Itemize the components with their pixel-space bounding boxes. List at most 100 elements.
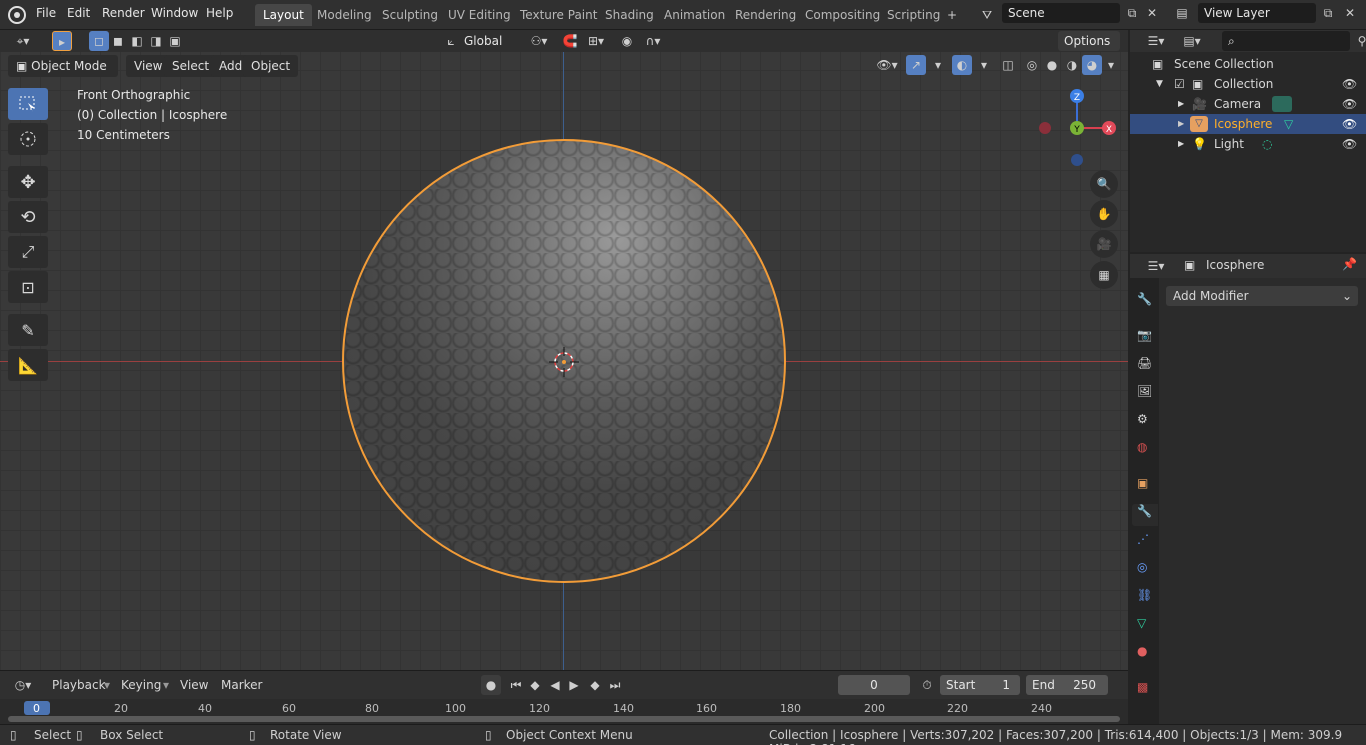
timeline-editor-type-icon[interactable]: ◷▾: [8, 675, 38, 695]
object-tab-icon[interactable]: ▣: [1137, 476, 1153, 492]
add-modifier-dropdown[interactable]: Add Modifier ⌄: [1166, 286, 1358, 306]
transform-tool[interactable]: ⊡: [8, 271, 48, 303]
jump-end-icon[interactable]: ⏭: [605, 675, 625, 695]
tool-tab-icon[interactable]: 🔧: [1137, 292, 1153, 308]
current-frame-field[interactable]: 0: [838, 675, 910, 695]
menu-window[interactable]: Window: [151, 6, 198, 20]
frame-ruler[interactable]: 0 20 40 60 80 100 120 140 160 180 200 22…: [0, 699, 1128, 725]
expand-icon[interactable]: ▶: [1178, 134, 1184, 154]
start-frame-field[interactable]: Start 1: [940, 675, 1020, 695]
blender-logo-icon[interactable]: [8, 6, 26, 24]
expand-icon[interactable]: ▶: [1178, 94, 1184, 114]
outliner-item-icosphere[interactable]: ▶ ▽ Icosphere ▽ 👁: [1130, 114, 1366, 134]
orientation-dropdown[interactable]: Global: [458, 31, 518, 51]
marker-menu[interactable]: Marker: [221, 678, 262, 692]
cursor-tool[interactable]: [8, 123, 48, 155]
scene-tab-icon[interactable]: ⚙: [1137, 412, 1153, 428]
next-keyframe-icon[interactable]: ◆: [585, 675, 605, 695]
collection-eye-icon[interactable]: 👁: [1342, 74, 1357, 94]
ortho-grid-icon[interactable]: ▦: [1090, 261, 1118, 289]
wireframe-shading-icon[interactable]: ◎: [1022, 55, 1042, 75]
overlay-dropdown-icon[interactable]: ▾: [974, 55, 994, 75]
world-tab-icon[interactable]: ◍: [1137, 440, 1153, 456]
timeline-scrollbar[interactable]: [8, 716, 1120, 722]
new-scene-icon[interactable]: ⧉: [1122, 3, 1142, 23]
scene-icon[interactable]: ⛛: [974, 5, 1000, 25]
data-tab-icon[interactable]: ▽: [1137, 616, 1153, 632]
tab-compositing[interactable]: Compositing: [797, 4, 888, 26]
scale-tool[interactable]: ⤢: [8, 236, 48, 268]
annotate-tool[interactable]: ✎: [8, 314, 48, 346]
snap-target-icon[interactable]: ⊞▾: [581, 31, 611, 51]
preview-range-clock-icon[interactable]: ⏱: [917, 675, 937, 695]
play-icon[interactable]: ▶: [564, 675, 584, 695]
select-new-icon[interactable]: ◻: [89, 31, 109, 51]
record-icon[interactable]: ●: [481, 675, 501, 695]
light-eye-icon[interactable]: 👁: [1342, 134, 1357, 154]
camera-eye-icon[interactable]: 👁: [1342, 94, 1357, 114]
add-workspace-icon[interactable]: +: [942, 5, 962, 25]
jump-start-icon[interactable]: ⏮: [506, 675, 526, 695]
playback-menu[interactable]: Playback: [52, 678, 106, 692]
collection-checkbox-icon[interactable]: ☑: [1174, 74, 1185, 94]
scene-field[interactable]: Scene: [1002, 3, 1120, 23]
move-tool[interactable]: ✥: [8, 166, 48, 198]
rendered-shading-icon[interactable]: ◕: [1082, 55, 1102, 75]
tab-uv-editing[interactable]: UV Editing: [440, 4, 519, 26]
display-mode-icon[interactable]: ▤▾: [1178, 31, 1206, 51]
view-layer-field[interactable]: View Layer: [1198, 3, 1316, 23]
material-tab-icon[interactable]: ●: [1137, 644, 1153, 660]
pin-icon[interactable]: 📌: [1342, 257, 1357, 271]
particles-tab-icon[interactable]: ⋰: [1137, 532, 1153, 548]
physics-tab-icon[interactable]: ◎: [1137, 560, 1153, 576]
view-layer-tab-icon[interactable]: 🖼: [1137, 384, 1153, 400]
texture-tab-icon[interactable]: ▩: [1137, 680, 1153, 696]
prev-keyframe-icon[interactable]: ◆: [525, 675, 545, 695]
view-layer-icon[interactable]: ▤: [1170, 3, 1194, 23]
3d-viewport[interactable]: ⌖▾ ▸ ◻ ◼ ◧ ◨ ▣ ⟀ Global ⚇▾ 🧲 ⊞▾ ◉ ∩▾ Opt…: [0, 30, 1128, 670]
pivot-icon[interactable]: ⚇▾: [524, 31, 554, 51]
select-extend-icon[interactable]: ◼: [108, 31, 128, 51]
outliner-editor-type-icon[interactable]: ☰▾: [1142, 31, 1170, 51]
outliner-item-light[interactable]: ▶ 💡 Light ◌ 👁: [1130, 134, 1366, 154]
select-tool-icon[interactable]: ▸: [52, 31, 72, 51]
solid-shading-icon[interactable]: ●: [1042, 55, 1062, 75]
tab-shading[interactable]: Shading: [597, 4, 662, 26]
visibility-icon[interactable]: 👁▾: [872, 55, 902, 75]
camera-view-icon[interactable]: 🎥: [1090, 230, 1118, 258]
keying-dropdown-icon[interactable]: ▾: [163, 678, 169, 692]
select-menu[interactable]: Select: [164, 55, 218, 77]
snap-icon[interactable]: 🧲: [560, 31, 580, 51]
timeline-view-menu[interactable]: View: [180, 678, 208, 692]
select-subtract-icon[interactable]: ◧: [127, 31, 147, 51]
zoom-icon[interactable]: 🔍: [1090, 170, 1118, 198]
expand-icon[interactable]: ▶: [1178, 114, 1184, 134]
editor-type-icon[interactable]: ⌖▾: [6, 31, 40, 51]
xray-icon[interactable]: ◫: [998, 55, 1018, 75]
rotate-tool[interactable]: ⟲: [8, 201, 48, 233]
outliner-scene-collection[interactable]: ▣ Scene Collection: [1130, 54, 1366, 74]
tab-modeling[interactable]: Modeling: [309, 4, 380, 26]
new-view-layer-icon[interactable]: ⧉: [1318, 3, 1338, 23]
proportional-edit-icon[interactable]: ◉: [617, 31, 637, 51]
tab-sculpting[interactable]: Sculpting: [374, 4, 446, 26]
light-data-icon[interactable]: ◌: [1262, 134, 1272, 154]
shading-dropdown-icon[interactable]: ▾: [1101, 55, 1121, 75]
close-scene-icon[interactable]: ✕: [1142, 3, 1162, 23]
tab-animation[interactable]: Animation: [656, 4, 733, 26]
constraints-tab-icon[interactable]: ⛓: [1137, 588, 1153, 604]
outliner-search-input[interactable]: ⌕: [1222, 31, 1350, 51]
object-menu[interactable]: Object: [243, 55, 299, 77]
properties-editor-type-icon[interactable]: ☰▾: [1142, 256, 1170, 276]
falloff-icon[interactable]: ∩▾: [638, 31, 668, 51]
menu-help[interactable]: Help: [206, 6, 233, 20]
camera-data-icon[interactable]: [1272, 96, 1292, 112]
playback-dropdown-icon[interactable]: ▾: [104, 678, 110, 692]
pan-hand-icon[interactable]: ✋: [1090, 200, 1118, 228]
select-invert-icon[interactable]: ◨: [146, 31, 166, 51]
menu-file[interactable]: File: [36, 6, 56, 20]
overlay-toggle-icon[interactable]: ◐: [952, 55, 972, 75]
play-reverse-icon[interactable]: ◀: [545, 675, 565, 695]
modifier-tab-icon[interactable]: 🔧: [1132, 504, 1158, 526]
menu-render[interactable]: Render: [102, 6, 145, 20]
